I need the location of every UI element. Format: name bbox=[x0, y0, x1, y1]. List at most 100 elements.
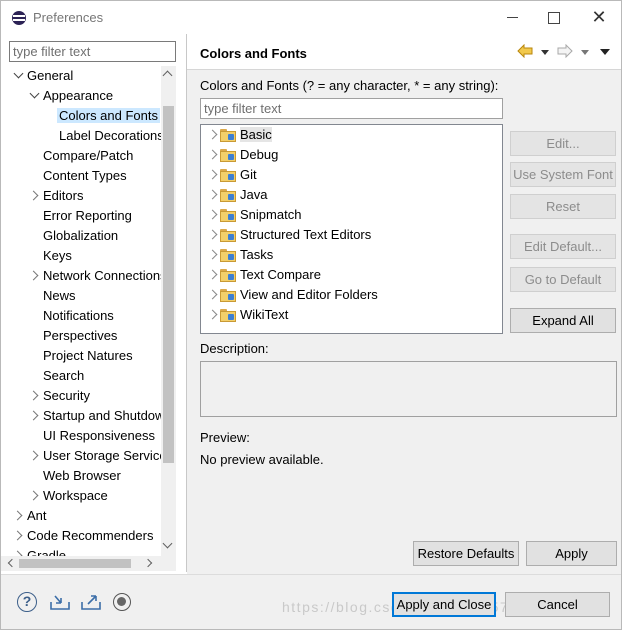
tree-item[interactable]: Perspectives bbox=[27, 326, 119, 346]
category-item[interactable]: Debug bbox=[206, 145, 278, 165]
chevron-right-icon[interactable] bbox=[206, 306, 220, 326]
category-item[interactable]: Basic bbox=[206, 125, 272, 145]
edit-button[interactable]: Edit... bbox=[510, 131, 616, 156]
tree-item[interactable]: Colors and Fonts bbox=[43, 106, 160, 126]
tree-item[interactable]: Label Decorations bbox=[43, 126, 161, 146]
tree-item[interactable]: Editors bbox=[27, 186, 85, 206]
chevron-right-icon[interactable] bbox=[206, 146, 220, 166]
tree-item[interactable]: Workspace bbox=[27, 486, 110, 506]
forward-history-dropdown-icon[interactable] bbox=[581, 50, 589, 55]
chevron-right-icon[interactable] bbox=[27, 267, 41, 287]
back-history-dropdown-icon[interactable] bbox=[541, 50, 549, 55]
tree-item[interactable]: Globalization bbox=[27, 226, 120, 246]
maximize-button[interactable] bbox=[538, 7, 568, 27]
chevron-right-icon[interactable] bbox=[27, 387, 41, 407]
go-to-default-button[interactable]: Go to Default bbox=[510, 267, 616, 292]
chevron-down-icon[interactable] bbox=[11, 67, 25, 87]
tree-item[interactable]: Network Connections bbox=[27, 266, 161, 286]
expand-all-button[interactable]: Expand All bbox=[510, 308, 616, 333]
tree-item[interactable]: Project Natures bbox=[27, 346, 135, 366]
tree-item[interactable]: Web Browser bbox=[27, 466, 123, 486]
chevron-right-icon[interactable] bbox=[27, 487, 41, 507]
chevron-right-icon[interactable] bbox=[206, 206, 220, 226]
reset-button[interactable]: Reset bbox=[510, 194, 616, 219]
tree-item[interactable]: Content Types bbox=[27, 166, 129, 186]
tree-filter-input[interactable] bbox=[9, 41, 176, 62]
tree-item-label: Appearance bbox=[43, 88, 114, 103]
chevron-right-icon[interactable] bbox=[11, 507, 25, 527]
tree-item[interactable]: Startup and Shutdown bbox=[27, 406, 161, 426]
close-button[interactable]: ✕ bbox=[584, 7, 614, 27]
scroll-thumb-horizontal[interactable] bbox=[19, 559, 131, 568]
scroll-up-icon[interactable] bbox=[162, 70, 173, 81]
category-item[interactable]: Snipmatch bbox=[206, 205, 301, 225]
export-icon[interactable] bbox=[80, 593, 102, 611]
tree-item-label: Startup and Shutdown bbox=[43, 408, 161, 423]
tree-item-label: Ant bbox=[27, 508, 47, 523]
chevron-right-icon[interactable] bbox=[206, 226, 220, 246]
category-label: Text Compare bbox=[240, 267, 321, 282]
tree-item[interactable]: Error Reporting bbox=[27, 206, 134, 226]
chevron-right-icon[interactable] bbox=[27, 407, 41, 427]
restore-defaults-button[interactable]: Restore Defaults bbox=[413, 541, 519, 566]
tree-item[interactable]: General bbox=[11, 66, 75, 86]
preview-text: No preview available. bbox=[200, 452, 324, 467]
cancel-button[interactable]: Cancel bbox=[505, 592, 610, 617]
forward-arrow-icon[interactable] bbox=[557, 44, 573, 58]
apply-and-close-button[interactable]: Apply and Close bbox=[392, 592, 496, 617]
category-item[interactable]: Java bbox=[206, 185, 267, 205]
oomph-preference-recorder-icon[interactable] bbox=[113, 593, 131, 611]
tree-item[interactable]: Search bbox=[27, 366, 86, 386]
tree-item[interactable]: Gradle bbox=[11, 546, 68, 556]
colors-filter-input[interactable] bbox=[200, 98, 503, 119]
tree-horizontal-scrollbar[interactable] bbox=[1, 556, 176, 571]
category-item[interactable]: Text Compare bbox=[206, 265, 321, 285]
category-item[interactable]: Git bbox=[206, 165, 257, 185]
category-label: Basic bbox=[240, 127, 272, 142]
edit-default-button[interactable]: Edit Default... bbox=[510, 234, 616, 259]
chevron-right-icon[interactable] bbox=[206, 266, 220, 286]
chevron-right-icon[interactable] bbox=[206, 126, 220, 146]
tree-item[interactable]: Security bbox=[27, 386, 92, 406]
tree-item-label: Compare/Patch bbox=[43, 148, 134, 163]
category-item[interactable]: WikiText bbox=[206, 305, 288, 325]
tree-item[interactable]: Notifications bbox=[27, 306, 116, 326]
folder-icon bbox=[220, 268, 236, 282]
scroll-down-icon[interactable] bbox=[162, 538, 173, 549]
tree-item[interactable]: UI Responsiveness bbox=[27, 426, 157, 446]
tree-item[interactable]: Ant bbox=[11, 506, 49, 526]
chevron-right-icon[interactable] bbox=[206, 286, 220, 306]
tree-item[interactable]: Code Recommenders bbox=[11, 526, 155, 546]
scroll-right-icon[interactable] bbox=[143, 558, 153, 568]
tree-item[interactable]: Keys bbox=[27, 246, 74, 266]
font-badge-icon bbox=[228, 174, 234, 180]
view-menu-icon[interactable] bbox=[600, 49, 610, 55]
scroll-left-icon[interactable] bbox=[7, 558, 17, 568]
scroll-thumb[interactable] bbox=[163, 106, 174, 463]
tree-item[interactable]: News bbox=[27, 286, 78, 306]
help-icon[interactable]: ? bbox=[17, 592, 37, 612]
back-arrow-icon[interactable] bbox=[517, 44, 533, 58]
category-item[interactable]: Structured Text Editors bbox=[206, 225, 371, 245]
use-system-font-button[interactable]: Use System Font bbox=[510, 162, 616, 187]
tree-item[interactable]: Appearance bbox=[27, 86, 115, 106]
chevron-right-icon[interactable] bbox=[206, 246, 220, 266]
chevron-right-icon[interactable] bbox=[206, 186, 220, 206]
tree-vertical-scrollbar[interactable] bbox=[161, 66, 176, 556]
tree-item[interactable]: Compare/Patch bbox=[27, 146, 135, 166]
import-icon[interactable] bbox=[49, 593, 71, 611]
apply-button[interactable]: Apply bbox=[526, 541, 617, 566]
chevron-right-icon[interactable] bbox=[27, 447, 41, 467]
dialog-button-bar: ? https://blog.csdn.net/qq_36571582 Appl… bbox=[1, 574, 621, 629]
chevron-right-icon[interactable] bbox=[11, 527, 25, 547]
chevron-right-icon[interactable] bbox=[11, 547, 25, 556]
chevron-right-icon[interactable] bbox=[206, 166, 220, 186]
category-item[interactable]: Tasks bbox=[206, 245, 273, 265]
category-item[interactable]: View and Editor Folders bbox=[206, 285, 378, 305]
tree-item[interactable]: User Storage Service bbox=[27, 446, 161, 466]
chevron-right-icon[interactable] bbox=[27, 187, 41, 207]
category-label: View and Editor Folders bbox=[240, 287, 378, 302]
minimize-button[interactable] bbox=[498, 7, 528, 27]
chevron-down-icon[interactable] bbox=[27, 87, 41, 107]
folder-icon bbox=[220, 148, 236, 162]
